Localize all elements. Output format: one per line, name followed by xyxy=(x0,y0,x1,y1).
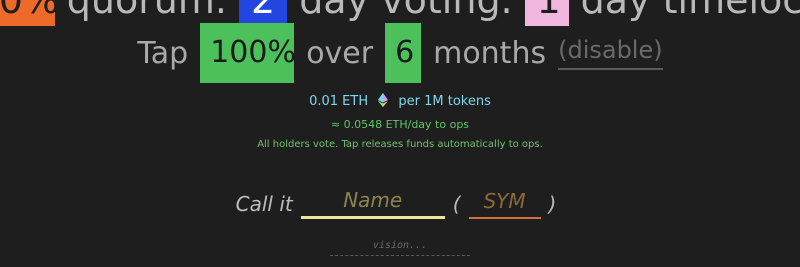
tap-over-label: over xyxy=(306,35,374,71)
call-it-label: Call it xyxy=(235,191,293,216)
tap-sentence: Tap 100% over 6 months (disable) xyxy=(0,23,800,83)
tap-percent-box[interactable]: 100% xyxy=(200,23,296,83)
token-name-input[interactable] xyxy=(300,188,445,219)
voting-label: day voting. xyxy=(299,0,513,22)
tap-months-label: months xyxy=(433,35,547,71)
timelock-label: day timelock. xyxy=(580,0,800,22)
price-value: 0.01 ETH xyxy=(309,94,369,109)
ethereum-icon xyxy=(378,93,389,107)
ops-rate: ≈ 0.0548 ETH/day to ops xyxy=(330,118,470,131)
vision-row xyxy=(0,240,800,256)
vision-input[interactable] xyxy=(330,240,470,256)
close-paren: ) xyxy=(548,191,557,216)
tap-months-box[interactable]: 6 xyxy=(385,23,422,83)
tap-prefix: Tap xyxy=(137,35,189,71)
disable-tap-link[interactable]: (disable) xyxy=(558,36,663,70)
token-price: 0.01 ETH per 1M tokens xyxy=(0,93,800,109)
open-paren: ( xyxy=(452,191,461,216)
token-naming-row: Call it ( ) xyxy=(0,188,800,219)
quorum-label: quorum. xyxy=(66,0,227,22)
token-symbol-input[interactable] xyxy=(468,188,541,219)
price-unit-label: per 1M tokens xyxy=(398,94,491,109)
governance-note: All holders vote. Tap releases funds aut… xyxy=(257,139,543,150)
dao-config-panel: 40% quorum. 2 day voting. 1 day timelock… xyxy=(0,0,800,267)
